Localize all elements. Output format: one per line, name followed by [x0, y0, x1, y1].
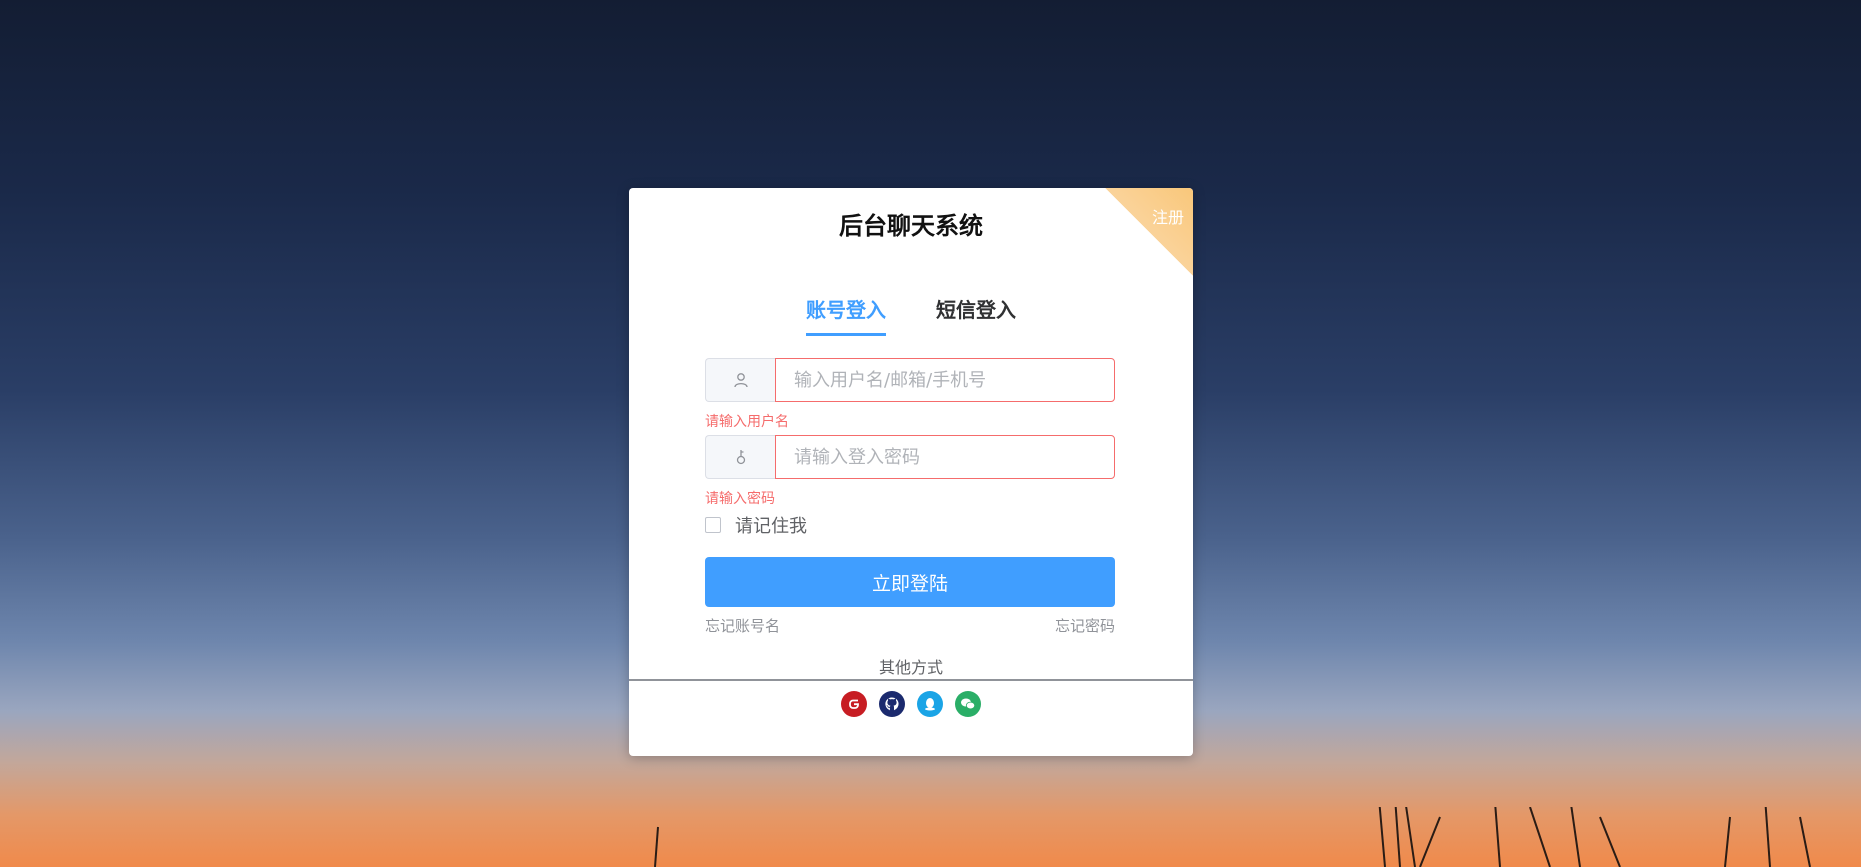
user-icon — [705, 358, 775, 402]
username-error: 请输入用户名 — [705, 414, 789, 430]
register-ribbon[interactable]: 注册 — [1105, 188, 1193, 276]
divider — [629, 679, 1193, 681]
username-field — [705, 358, 1115, 402]
password-field — [705, 435, 1115, 479]
remember-checkbox[interactable] — [705, 517, 721, 533]
qq-icon[interactable] — [917, 691, 943, 717]
other-methods-label: 其他方式 — [878, 658, 943, 677]
tab-sms-login[interactable]: 短信登入 — [936, 294, 1016, 336]
remember-me[interactable]: 请记住我 — [705, 512, 807, 538]
username-input[interactable] — [775, 358, 1115, 402]
forgot-password-link[interactable]: 忘记密码 — [1055, 615, 1115, 636]
login-button[interactable]: 立即登陆 — [705, 557, 1115, 607]
password-input[interactable] — [775, 435, 1115, 479]
github-icon[interactable] — [879, 691, 905, 717]
grass-silhouette — [654, 807, 1811, 867]
forgot-account-link[interactable]: 忘记账号名 — [705, 615, 780, 636]
wechat-icon[interactable] — [955, 691, 981, 717]
tab-account-login[interactable]: 账号登入 — [806, 294, 886, 336]
register-link[interactable]: 注册 — [1152, 204, 1184, 228]
login-tabs: 账号登入 短信登入 — [629, 294, 1193, 336]
social-login-list — [629, 691, 1193, 717]
remember-label: 请记住我 — [735, 516, 807, 537]
key-icon — [705, 435, 775, 479]
password-error: 请输入密码 — [705, 491, 775, 507]
login-card: 后台聊天系统 注册 账号登入 短信登入 请输入用户名 请输入密码 请记住我 立即… — [629, 188, 1193, 756]
gitee-icon[interactable] — [841, 691, 867, 717]
